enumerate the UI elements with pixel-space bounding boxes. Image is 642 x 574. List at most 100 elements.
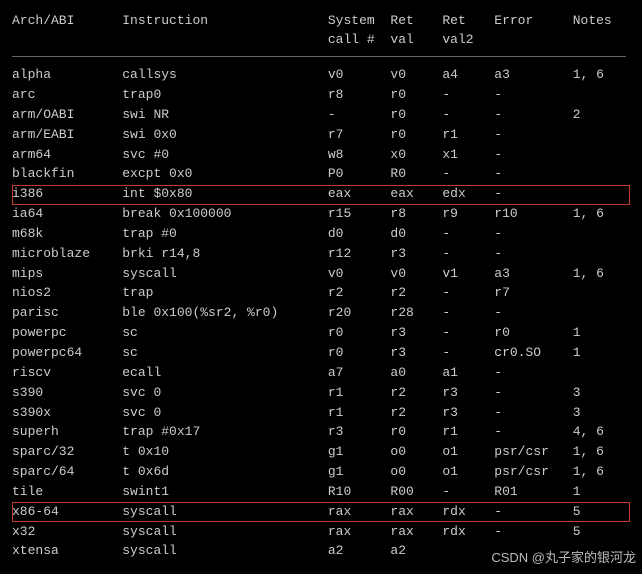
cell-err: R01 [494, 482, 572, 502]
cell-err: - [494, 304, 572, 324]
table-row: s390svc 0r1r2r3-3 [12, 383, 630, 403]
col-instr-header: Instruction [122, 12, 328, 54]
cell-arch: i386 [12, 185, 122, 205]
cell-err: a3 [494, 264, 572, 284]
cell-ret2: rdx [442, 522, 494, 542]
cell-ret2: - [442, 304, 494, 324]
cell-arch: arm64 [12, 145, 122, 165]
ret-l2: val [390, 32, 413, 47]
cell-ret2: - [442, 344, 494, 364]
cell-err: psr/csr [494, 443, 572, 463]
cell-instr: t 0x10 [122, 443, 328, 463]
table-row: tileswint1R10R00-R011 [12, 482, 630, 502]
cell-ret: r0 [390, 423, 442, 443]
cell-ret: R00 [390, 482, 442, 502]
cell-sysnum: g1 [328, 443, 391, 463]
cell-arch: powerpc [12, 324, 122, 344]
cell-arch: x32 [12, 522, 122, 542]
cell-ret: r8 [390, 205, 442, 225]
cell-ret: v0 [390, 264, 442, 284]
cell-sysnum: r20 [328, 304, 391, 324]
cell-err: r0 [494, 324, 572, 344]
table-row: i386int $0x80eaxeaxedx- [12, 185, 630, 205]
cell-sysnum: eax [328, 185, 391, 205]
table-row: x32syscallraxraxrdx-5 [12, 522, 630, 542]
table-row: arm64svc #0w8x0x1- [12, 145, 630, 165]
cell-notes: 3 [573, 383, 630, 403]
table-row: m68ktrap #0d0d0-- [12, 224, 630, 244]
cell-ret2: a4 [442, 66, 494, 86]
table-header: Arch/ABI Instruction System call # Ret v… [12, 12, 630, 66]
cell-arch: mips [12, 264, 122, 284]
table-row: alphacallsysv0v0a4a31, 6 [12, 66, 630, 86]
cell-err: - [494, 244, 572, 264]
ret-l1: Ret [390, 13, 413, 28]
cell-notes: 1 [573, 482, 630, 502]
col-ret2-header: Ret val2 [442, 12, 494, 54]
cell-ret2: o1 [442, 463, 494, 483]
cell-notes: 1, 6 [573, 443, 630, 463]
cell-instr: swint1 [122, 482, 328, 502]
cell-notes: 1 [573, 324, 630, 344]
cell-notes [573, 304, 630, 324]
table-row: microblazebrki r14,8r12r3-- [12, 244, 630, 264]
cell-sysnum: r1 [328, 403, 391, 423]
cell-arch: superh [12, 423, 122, 443]
cell-arch: parisc [12, 304, 122, 324]
cell-ret2: r1 [442, 423, 494, 443]
cell-arch: nios2 [12, 284, 122, 304]
cell-notes [573, 363, 630, 383]
cell-err: cr0.SO [494, 344, 572, 364]
table-row: mipssyscallv0v0v1a31, 6 [12, 264, 630, 284]
header-divider [12, 56, 626, 57]
cell-arch: ia64 [12, 205, 122, 225]
cell-instr: sc [122, 324, 328, 344]
col-ret-header: Ret val [390, 12, 442, 54]
cell-ret: v0 [390, 66, 442, 86]
cell-ret: r2 [390, 383, 442, 403]
sysnum-l2: call # [328, 32, 375, 47]
cell-arch: sparc/32 [12, 443, 122, 463]
cell-sysnum: r0 [328, 344, 391, 364]
cell-sysnum: r0 [328, 324, 391, 344]
syscall-conventions-table: Arch/ABI Instruction System call # Ret v… [12, 12, 630, 562]
table-row: riscvecalla7a0a1- [12, 363, 630, 383]
table-row: pariscble 0x100(%sr2, %r0)r20r28-- [12, 304, 630, 324]
cell-err: - [494, 105, 572, 125]
cell-notes: 5 [573, 522, 630, 542]
cell-err: - [494, 165, 572, 185]
cell-notes [573, 145, 630, 165]
cell-arch: s390x [12, 403, 122, 423]
cell-notes [573, 284, 630, 304]
cell-err: - [494, 502, 572, 522]
cell-ret2: x1 [442, 145, 494, 165]
cell-sysnum: - [328, 105, 391, 125]
cell-ret2: r9 [442, 205, 494, 225]
cell-sysnum: r7 [328, 125, 391, 145]
cell-instr: trap #0x17 [122, 423, 328, 443]
table-row: s390xsvc 0r1r2r3-3 [12, 403, 630, 423]
cell-ret: rax [390, 502, 442, 522]
cell-arch: arc [12, 86, 122, 106]
cell-ret: r0 [390, 125, 442, 145]
table-row: sparc/32t 0x10g1o0o1psr/csr1, 6 [12, 443, 630, 463]
cell-err: r7 [494, 284, 572, 304]
cell-err: - [494, 363, 572, 383]
cell-arch: x86-64 [12, 502, 122, 522]
cell-ret2: - [442, 165, 494, 185]
table-row: blackfinexcpt 0x0P0R0-- [12, 165, 630, 185]
cell-arch: arm/EABI [12, 125, 122, 145]
cell-instr: syscall [122, 264, 328, 284]
cell-instr: trap0 [122, 86, 328, 106]
cell-ret2: v1 [442, 264, 494, 284]
cell-err: - [494, 522, 572, 542]
cell-sysnum: v0 [328, 66, 391, 86]
cell-instr: ecall [122, 363, 328, 383]
cell-err: - [494, 383, 572, 403]
cell-arch: riscv [12, 363, 122, 383]
sysnum-l1: System [328, 13, 375, 28]
cell-notes: 4, 6 [573, 423, 630, 443]
cell-instr: swi NR [122, 105, 328, 125]
cell-ret: d0 [390, 224, 442, 244]
cell-ret: r0 [390, 105, 442, 125]
